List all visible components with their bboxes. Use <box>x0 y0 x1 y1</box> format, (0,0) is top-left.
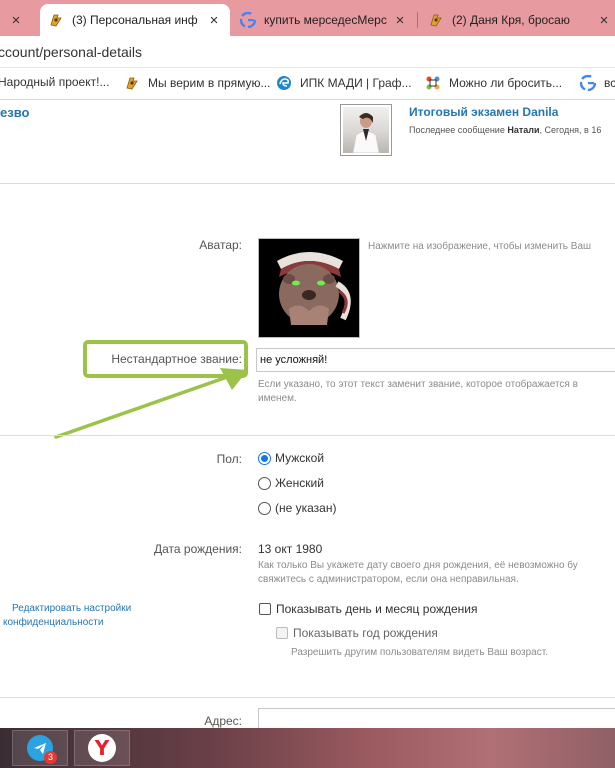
last-post-label: Последнее сообщение <box>409 125 505 135</box>
bookmark-label: ИПК МАДИ | Граф... <box>300 76 412 90</box>
taskbar-yandex-button[interactable]: Y <box>74 730 130 766</box>
show-age-hint: Разрешить другим пользователям видеть Ва… <box>291 647 548 658</box>
custom-title-input[interactable] <box>256 348 615 372</box>
last-post-author[interactable]: Натали <box>507 125 539 135</box>
tab-title: (3) Персональная инф <box>72 13 198 27</box>
custom-title-hint-line2: именем. <box>258 393 297 404</box>
gender-option-label: (не указан) <box>275 501 337 515</box>
address-input[interactable] <box>258 708 615 728</box>
divider <box>0 183 615 184</box>
os-taskbar: 3 Y <box>0 728 615 768</box>
close-icon[interactable]: × <box>392 12 408 29</box>
bookmark-item[interactable]: Можно ли бросить... <box>425 75 562 91</box>
avatar-hint: Нажмите на изображение, чтобы изменить В… <box>368 241 592 252</box>
browser-tab-2[interactable]: купить мерседесМерс × <box>232 4 416 36</box>
divider <box>0 435 615 436</box>
bear-avatar-icon <box>259 239 359 337</box>
radio[interactable] <box>258 476 271 490</box>
thread-author-avatar[interactable] <box>340 104 392 156</box>
google-icon <box>580 75 596 91</box>
show-year-checkbox[interactable] <box>276 627 288 639</box>
yandex-browser-icon: Y <box>88 734 116 762</box>
edit-privacy-settings-link[interactable]: Редактировать настройки конфиденциальнос… <box>3 602 131 630</box>
gender-option-label: Мужской <box>275 451 325 465</box>
address-label: Адрес: <box>204 714 242 728</box>
dob-label: Дата рождения: <box>154 542 242 556</box>
joomla-icon <box>425 75 441 91</box>
user-avatar-image[interactable] <box>258 238 360 338</box>
show-day-month-checkbox[interactable] <box>259 603 271 615</box>
google-icon <box>240 12 256 28</box>
gender-option-male[interactable]: Мужской <box>258 451 324 465</box>
browser-tab-strip: ль × (3) Персональная инф × купить мерсе… <box>0 0 615 36</box>
avatar-label: Аватар: <box>199 238 242 252</box>
bookmark-label: Можно ли бросить... <box>449 76 563 90</box>
close-icon[interactable]: × <box>206 12 222 29</box>
forum-favicon-icon <box>124 75 140 91</box>
bookmark-label: Народный проект!... <box>0 75 110 89</box>
forum-name-link[interactable]: езво <box>0 105 29 120</box>
divider <box>0 697 615 698</box>
bookmark-item[interactable]: Народный проект!... <box>0 75 109 89</box>
address-bar[interactable]: ccount/personal-details <box>0 36 615 68</box>
thread-title-link[interactable]: Итоговый экзамен Danila <box>409 105 558 119</box>
gender-option-unspecified[interactable]: (не указан) <box>258 501 336 515</box>
forum-favicon-icon <box>428 12 444 28</box>
avatar-photo <box>343 107 389 154</box>
dob-hint-line1: Как только Вы укажете дату своего дня ро… <box>258 560 578 571</box>
browser-tab-0[interactable]: ль × <box>0 4 32 36</box>
gender-option-female[interactable]: Женский <box>258 476 324 490</box>
radio-selected[interactable] <box>258 451 271 465</box>
close-icon[interactable]: × <box>596 12 612 29</box>
close-icon[interactable]: × <box>8 12 24 29</box>
custom-title-hint-line1: Если указано, то этот текст заменит зван… <box>258 379 578 390</box>
bookmark-item[interactable]: вс <box>580 75 615 91</box>
bookmark-label: вс <box>604 76 615 90</box>
annotation-arrow-icon <box>54 368 248 439</box>
radio[interactable] <box>258 501 271 515</box>
gender-option-label: Женский <box>275 476 324 490</box>
show-day-month-checkbox-row[interactable]: Показывать день и месяц рождения <box>259 602 478 616</box>
privacy-link-line1: Редактировать настройки <box>12 603 132 614</box>
forum-favicon-icon <box>48 12 64 28</box>
telegram-unread-badge: 3 <box>44 751 57 764</box>
dob-value: 13 окт 1980 <box>258 542 323 556</box>
privacy-link-line2: конфиденциальности <box>3 617 104 628</box>
telegram-icon: 3 <box>27 735 57 764</box>
bookmark-label: Мы верим в прямую... <box>148 76 271 90</box>
dob-hint-line2: свяжитесь с администратором, если она не… <box>258 574 519 585</box>
tab-title: (2) Даня Кря, бросаю <box>452 13 570 27</box>
tab-title: купить мерседесМерс <box>264 13 387 27</box>
page-content: езво Итоговый экзамен Danila Последнее с… <box>0 100 615 728</box>
show-year-label: Показывать год рождения <box>293 626 438 640</box>
url-text[interactable]: ccount/personal-details <box>0 44 142 60</box>
last-post-time: , Сегодня, в 16 <box>539 125 602 135</box>
thread-last-post: Последнее сообщение Натали, Сегодня, в 1… <box>409 125 601 135</box>
browser-tab-3[interactable]: (2) Даня Кря, бросаю × <box>420 4 615 36</box>
edge-icon <box>276 75 292 91</box>
gender-label: Пол: <box>216 452 242 466</box>
bookmark-item[interactable]: Мы верим в прямую... <box>124 75 270 91</box>
bookmark-item[interactable]: ИПК МАДИ | Граф... <box>276 75 412 91</box>
show-day-month-label: Показывать день и месяц рождения <box>276 602 478 616</box>
browser-tab-active[interactable]: (3) Персональная инф × <box>40 4 230 36</box>
show-year-checkbox-row[interactable]: Показывать год рождения <box>276 626 438 640</box>
tab-separator <box>417 12 418 28</box>
taskbar-telegram-button[interactable]: 3 <box>12 730 68 766</box>
bookmarks-bar: Народный проект!... Мы верим в прямую...… <box>0 68 615 100</box>
